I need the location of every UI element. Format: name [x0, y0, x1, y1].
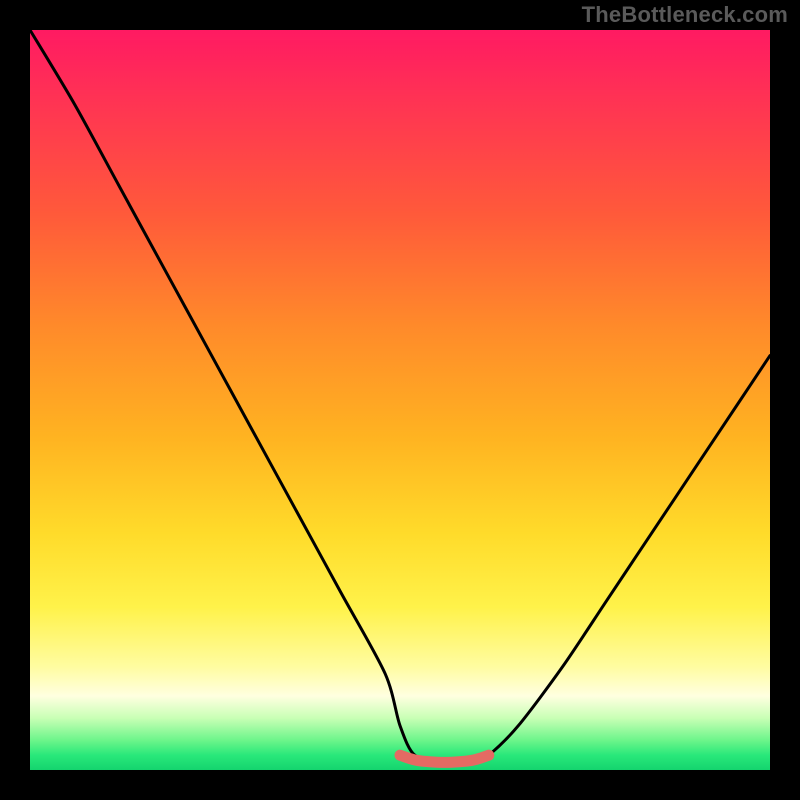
chart-frame: TheBottleneck.com	[0, 0, 800, 800]
chart-svg	[30, 30, 770, 770]
bottleneck-curve-path	[30, 30, 770, 763]
plot-area	[30, 30, 770, 770]
optimal-band-path	[400, 755, 489, 762]
watermark-label: TheBottleneck.com	[582, 2, 788, 28]
